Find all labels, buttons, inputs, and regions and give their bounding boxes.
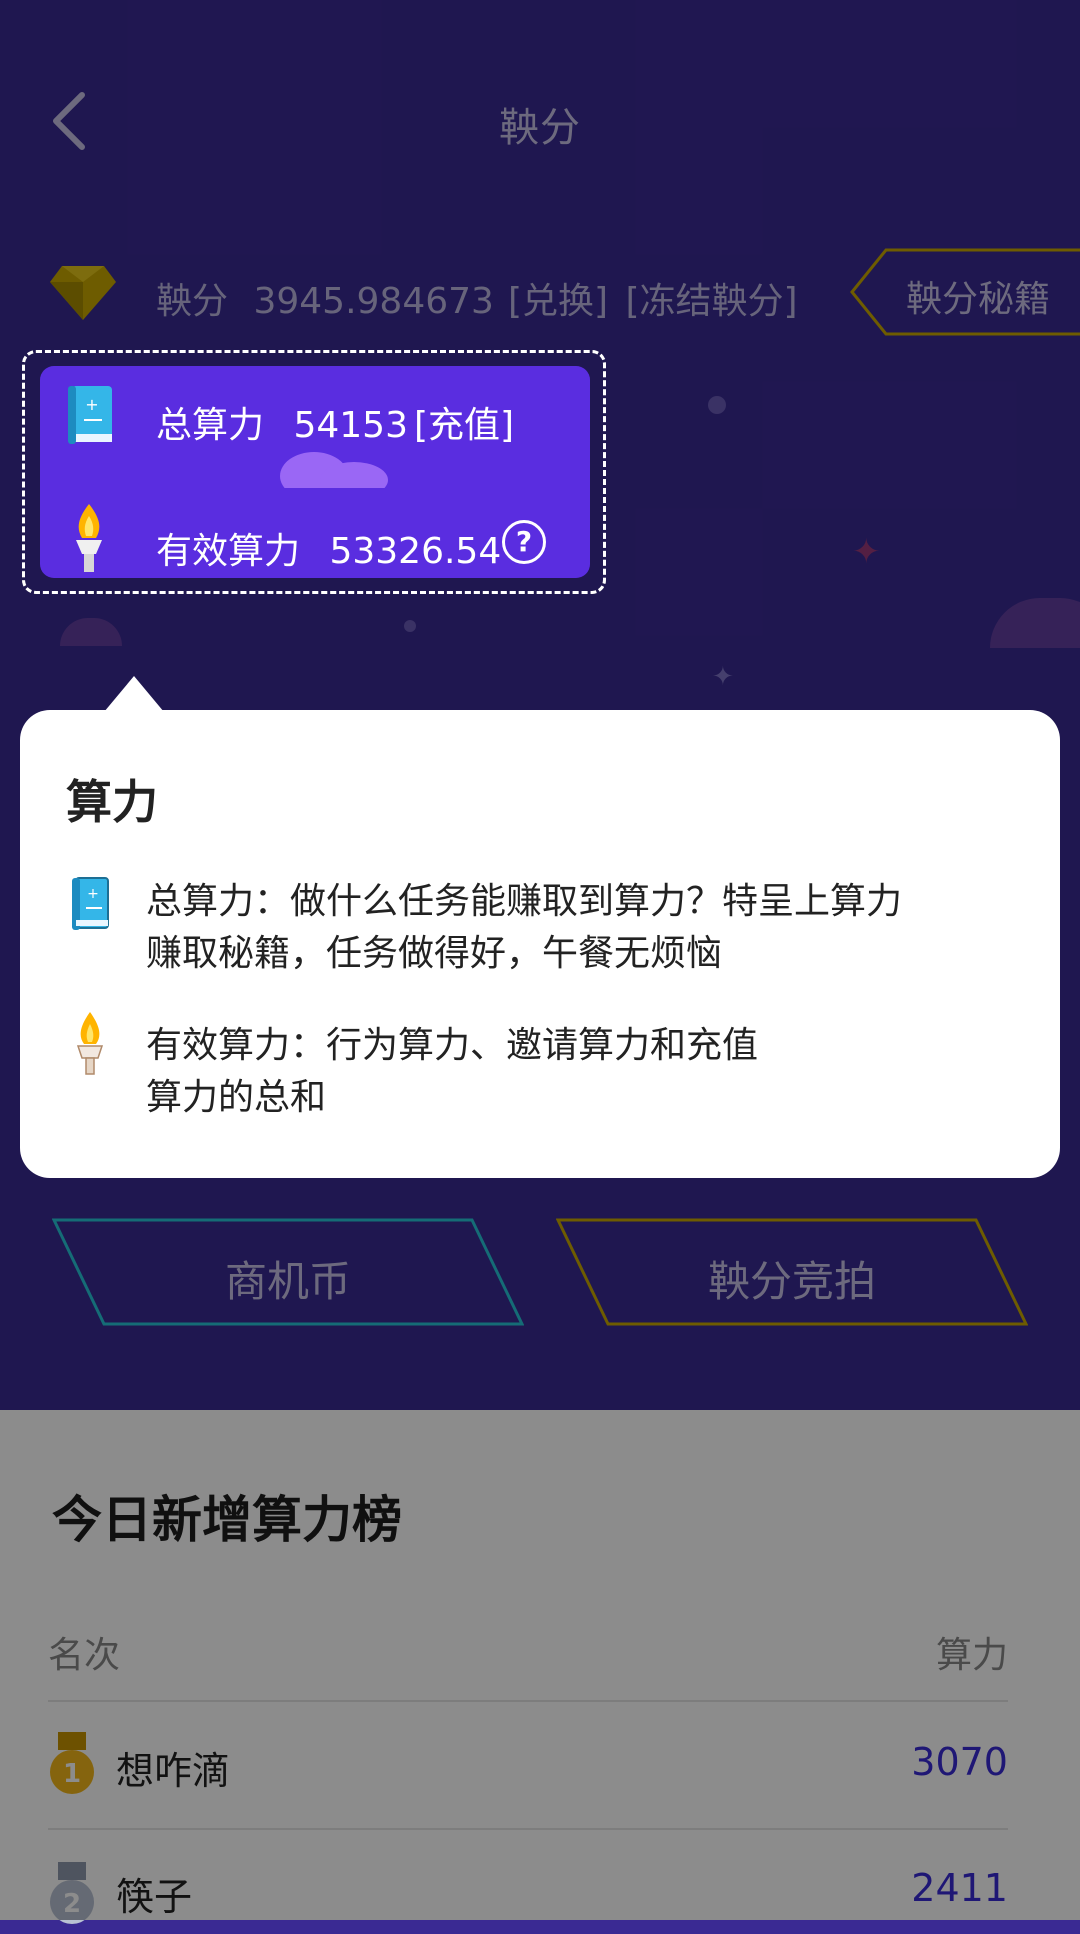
total-power-line: 总算力 54153[充值] <box>156 396 532 448</box>
popup-total-line-2: 赚取秘籍，任务做得好，午餐无烦恼 <box>146 933 723 974</box>
help-icon[interactable]: ? <box>502 520 546 564</box>
torch-icon <box>70 1010 110 1078</box>
total-power-label: 总算力 <box>156 405 265 446</box>
effective-power-value: 53326.54 <box>329 531 502 572</box>
popup-total-line-1: 总算力：做什么任务能赚取到算力？特呈上算力 <box>146 881 903 922</box>
book-icon: + <box>70 876 110 932</box>
popup-effective-line-2: 算力的总和 <box>146 1077 327 1118</box>
popup-arrow <box>104 676 164 712</box>
popup-title: 算力 <box>66 775 158 829</box>
svg-text:+: + <box>85 395 98 414</box>
svg-text:+: + <box>87 886 99 902</box>
book-icon: + <box>60 380 120 450</box>
effective-power-line: 有效算力 53326.54 <box>156 522 519 574</box>
popup-effective-line-1: 有效算力：行为算力、邀请算力和充值 <box>146 1025 759 1066</box>
recharge-link[interactable]: [充值] <box>414 405 514 446</box>
total-power-value: 54153 <box>293 405 408 446</box>
torch-icon <box>60 500 118 576</box>
effective-power-label: 有效算力 <box>156 531 301 572</box>
